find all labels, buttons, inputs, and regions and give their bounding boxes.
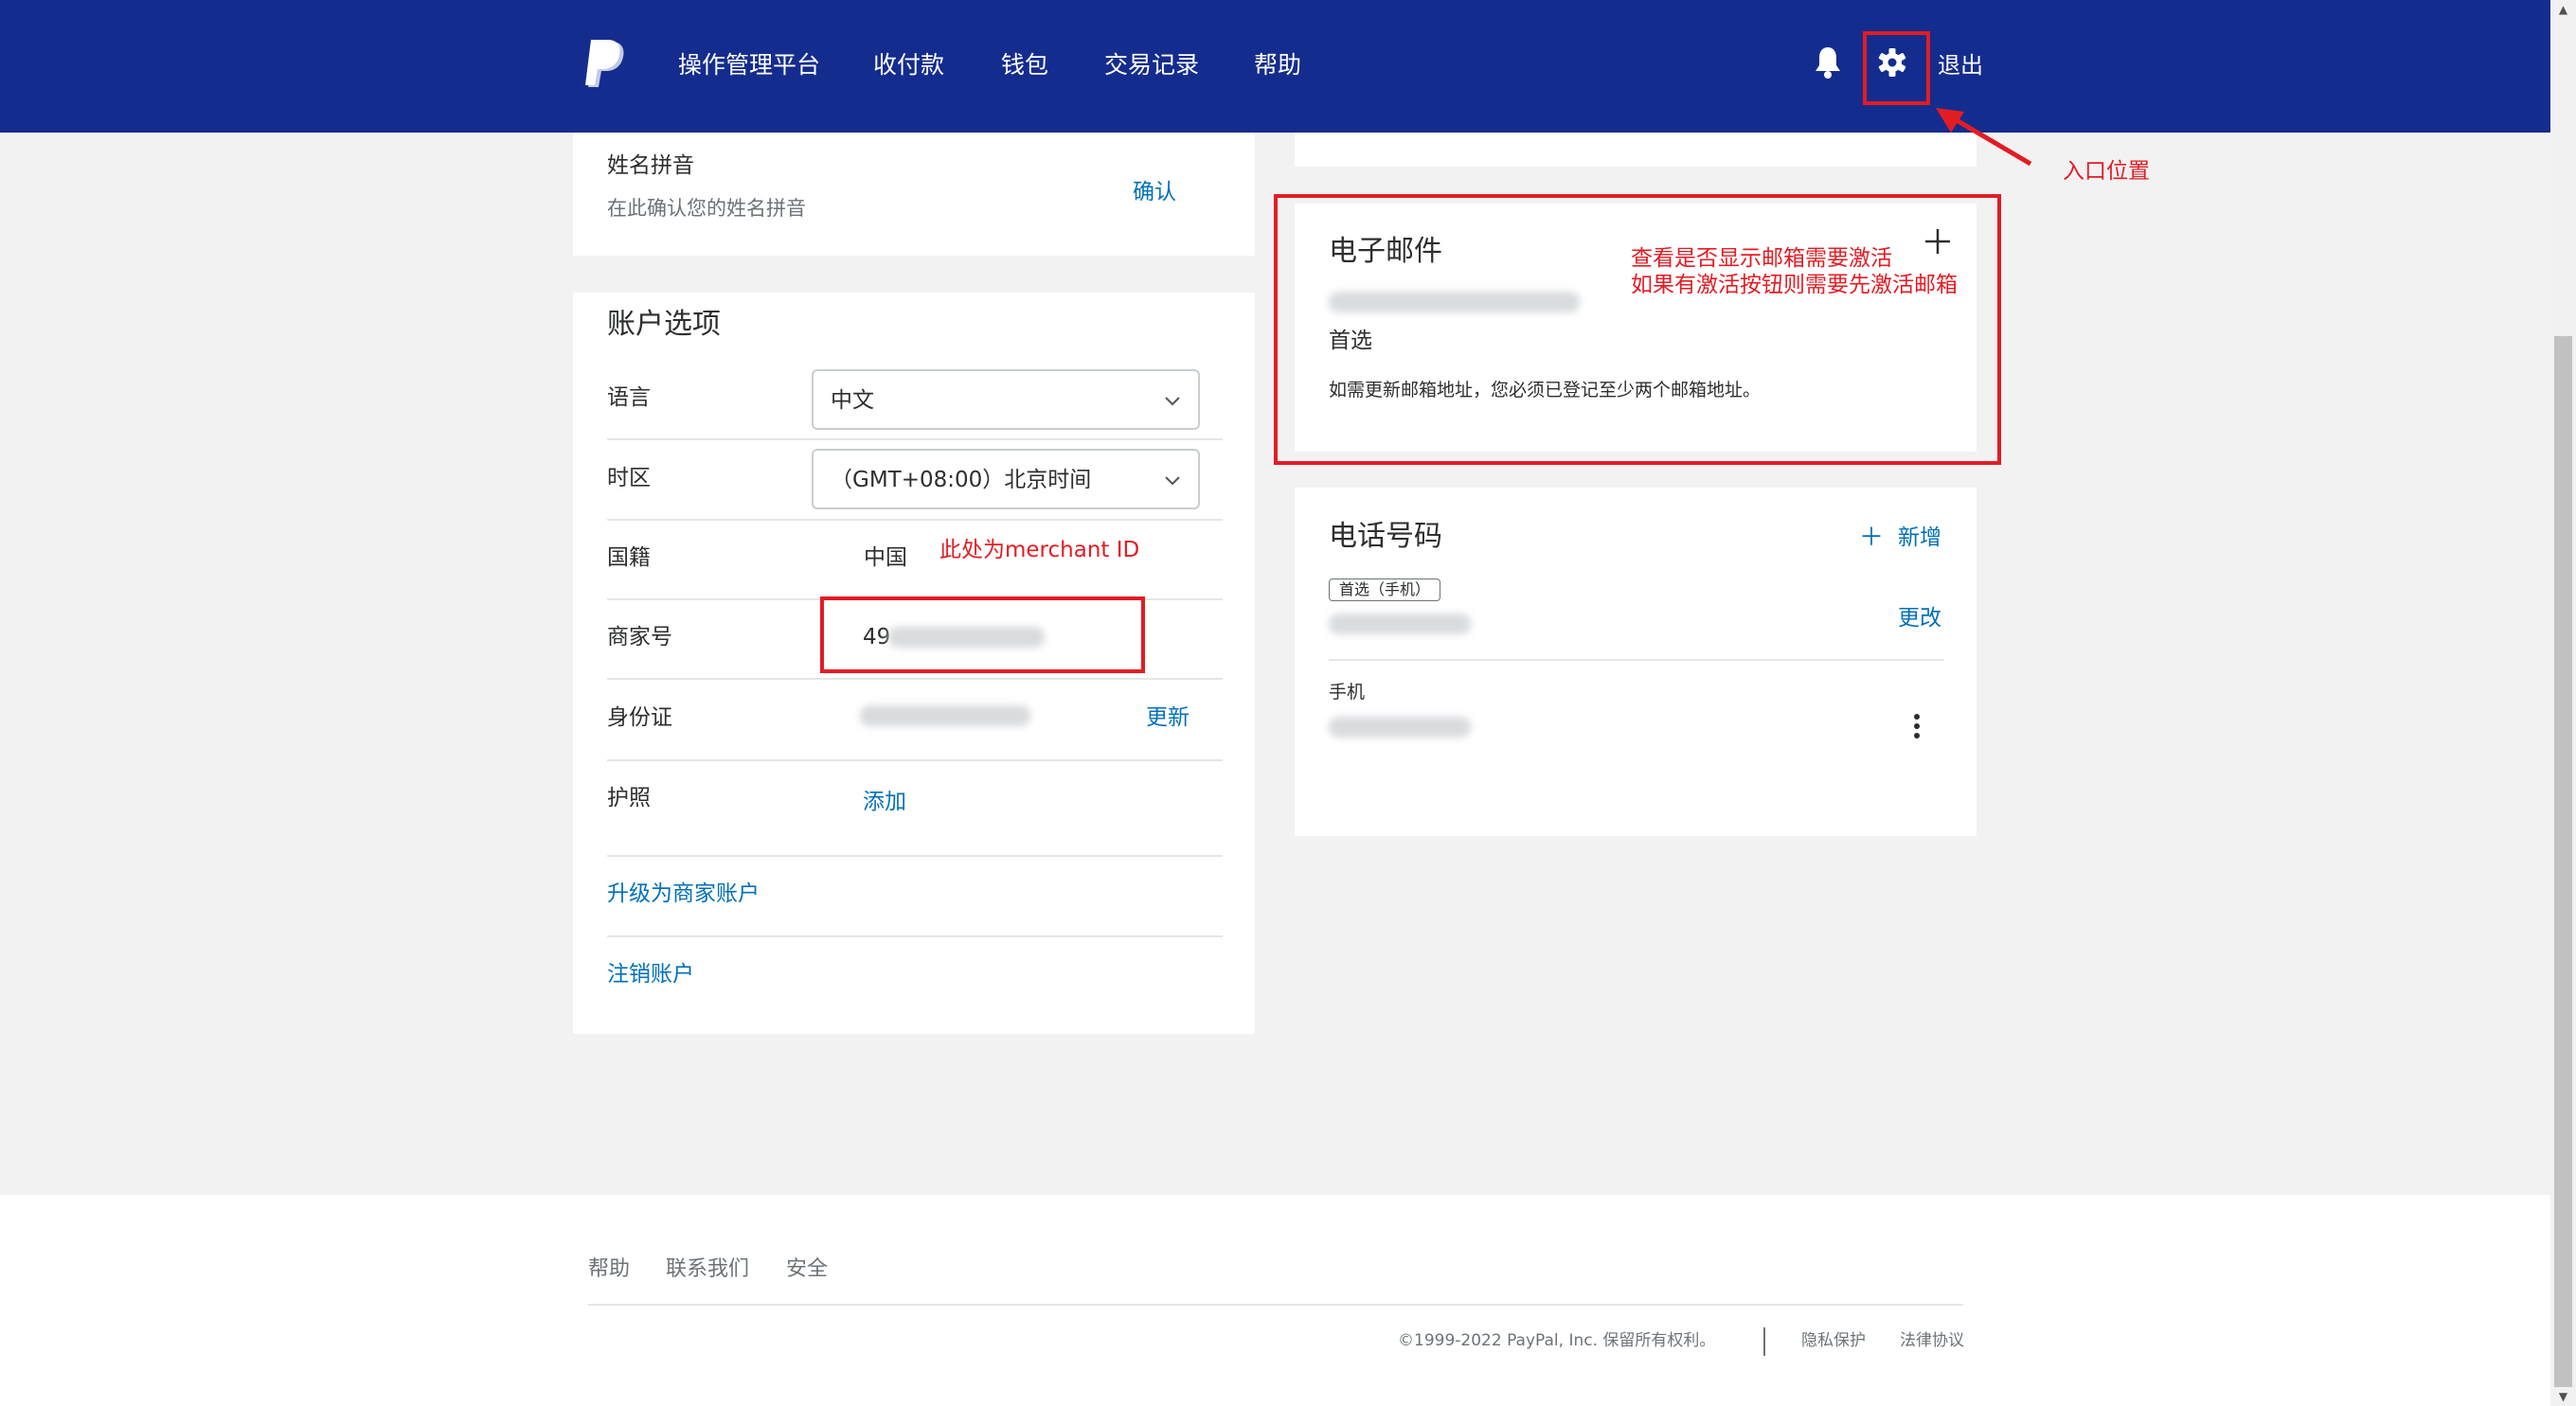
redacted-mobile-number	[1329, 717, 1471, 738]
language-label: 语言	[607, 385, 651, 410]
footer	[0, 1195, 2550, 1406]
upgrade-business-link[interactable]: 升级为商家账户	[607, 880, 760, 908]
add-phone-link[interactable]: 新增	[1898, 524, 1941, 552]
confirm-name-link[interactable]: 确认	[1133, 178, 1176, 206]
logout-link[interactable]: 退出	[1938, 49, 1983, 81]
add-phone-plus-icon[interactable]: ＋	[1859, 524, 1884, 552]
nav-wallet[interactable]: 钱包	[1001, 49, 1048, 81]
timezone-value: （GMT+08:00）北京时间	[831, 468, 1092, 492]
privacy-link[interactable]: 隐私保护	[1801, 1328, 1866, 1353]
nav-activity[interactable]: 交易记录	[1104, 49, 1199, 81]
chevron-down-icon	[1165, 476, 1180, 486]
phone-heading: 电话号码	[1329, 520, 1442, 553]
chevron-down-icon	[1165, 397, 1180, 406]
account-options-heading: 账户选项	[607, 308, 721, 341]
bell-icon[interactable]	[1814, 45, 1842, 80]
nav-dashboard[interactable]: 操作管理平台	[678, 49, 820, 81]
previous-card	[1295, 133, 1977, 167]
copyright-text: ©1999-2022 PayPal, Inc. 保留所有权利。	[1398, 1331, 1716, 1350]
more-options-icon[interactable]	[1910, 712, 1923, 740]
merchant-id-annotation: 此处为merchant ID	[939, 538, 1140, 562]
arrow-annotation-icon	[1936, 108, 2032, 167]
divider	[607, 759, 1223, 761]
email-check-annotation-2: 如果有激活按钮则需要先激活邮箱	[1631, 273, 1958, 297]
name-pinyin-desc: 在此确认您的姓名拼音	[607, 197, 806, 220]
paypal-logo[interactable]	[585, 40, 625, 89]
divider	[607, 678, 1223, 680]
language-select[interactable]: 中文	[812, 369, 1200, 430]
nav-help[interactable]: 帮助	[1254, 49, 1301, 81]
scrollbar-thumb[interactable]	[2554, 336, 2572, 1387]
name-pinyin-title: 姓名拼音	[607, 153, 694, 178]
close-account-link[interactable]: 注销账户	[607, 960, 694, 988]
scroll-down-arrow-icon[interactable]: ▼	[2554, 1387, 2572, 1406]
redacted-id-card	[860, 705, 1030, 726]
merchant-id-highlight-box	[820, 596, 1145, 673]
divider	[607, 855, 1223, 857]
divider	[607, 438, 1223, 440]
mobile-label: 手机	[1329, 682, 1366, 703]
email-highlight-box	[1274, 194, 2001, 465]
nationality-label: 国籍	[607, 545, 651, 570]
merchant-id-label: 商家号	[607, 625, 672, 650]
footer-contact-link[interactable]: 联系我们	[666, 1255, 749, 1284]
legal-link[interactable]: 法律协议	[1900, 1328, 1964, 1353]
footer-vertical-divider	[1763, 1327, 1765, 1356]
language-value: 中文	[831, 388, 874, 413]
nav-send-receive[interactable]: 收付款	[873, 49, 944, 81]
divider	[607, 935, 1223, 937]
footer-help-link[interactable]: 帮助	[588, 1255, 630, 1284]
email-check-annotation-1: 查看是否显示邮箱需要激活	[1631, 246, 1892, 271]
timezone-select[interactable]: （GMT+08:00）北京时间	[812, 449, 1200, 509]
divider	[607, 519, 1223, 521]
redacted-phone-number	[1329, 614, 1471, 634]
gear-highlight-box	[1863, 31, 1930, 105]
preferred-mobile-badge: 首选（手机）	[1329, 578, 1441, 601]
divider	[1329, 659, 1944, 661]
footer-security-link[interactable]: 安全	[786, 1255, 828, 1284]
nationality-value: 中国	[864, 545, 907, 570]
id-card-label: 身份证	[607, 705, 672, 730]
change-phone-link[interactable]: 更改	[1898, 604, 1941, 632]
add-passport-link[interactable]: 添加	[863, 788, 906, 816]
scroll-up-arrow-icon[interactable]: ▲	[2554, 0, 2572, 19]
timezone-label: 时区	[607, 466, 651, 490]
entry-position-annotation: 入口位置	[2063, 159, 2150, 184]
passport-label: 护照	[607, 786, 651, 810]
update-id-card-link[interactable]: 更新	[1146, 703, 1190, 732]
footer-divider	[588, 1304, 1963, 1306]
